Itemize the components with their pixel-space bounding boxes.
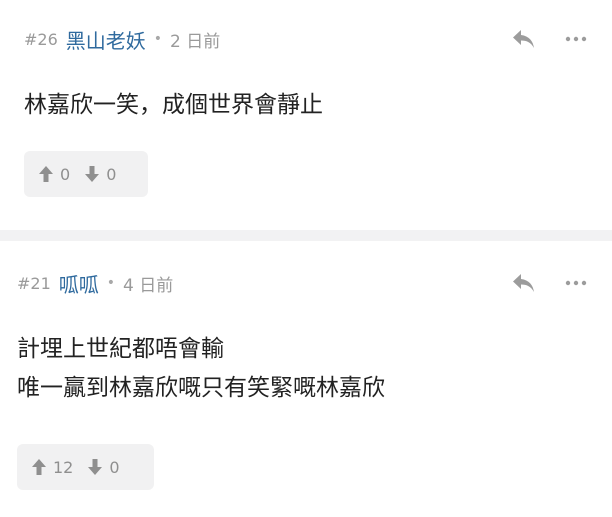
reply-icon[interactable] xyxy=(511,28,537,50)
author-name[interactable]: 呱呱 xyxy=(59,269,99,298)
timestamp: 4 日前 xyxy=(123,275,174,296)
comment-line: 林嘉欣一笑，成個世界會靜止 xyxy=(24,92,323,118)
upvote-button[interactable]: 0 xyxy=(38,165,70,184)
vote-bar: 12 0 xyxy=(17,444,154,490)
upvote-count: 12 xyxy=(53,457,74,477)
comment-line: 計埋上世紀都唔會輸 xyxy=(17,336,224,362)
downvote-count: 0 xyxy=(109,457,120,477)
vote-bar: 0 0 xyxy=(24,151,148,197)
downvote-button[interactable]: 0 xyxy=(84,165,116,184)
author-name[interactable]: 黑山老妖 xyxy=(66,25,146,54)
more-icon[interactable] xyxy=(564,278,588,288)
meta-separator: • xyxy=(153,31,163,47)
comment-body: 計埋上世紀都唔會輸 唯一贏到林嘉欣嘅只有笑緊嘅林嘉欣 xyxy=(17,330,385,408)
comment-item: #26 黑山老妖 • 2 日前 林嘉欣一笑，成個世界會靜止 0 0 xyxy=(0,0,612,230)
floor-number: #26 xyxy=(24,29,58,49)
upvote-button[interactable]: 12 xyxy=(31,458,73,477)
downvote-button[interactable]: 0 xyxy=(87,457,120,477)
comment-meta: #26 黑山老妖 • 2 日前 xyxy=(24,25,220,53)
upvote-arrow-icon xyxy=(39,166,53,182)
comment-divider xyxy=(0,230,612,241)
downvote-arrow-icon xyxy=(88,459,103,475)
comment-line: 唯一贏到林嘉欣嘅只有笑緊嘅林嘉欣 xyxy=(17,375,385,401)
comment-body: 林嘉欣一笑，成個世界會靜止 xyxy=(24,86,323,125)
timestamp: 2 日前 xyxy=(170,31,221,52)
upvote-arrow-icon xyxy=(32,459,46,475)
meta-separator: • xyxy=(106,275,116,291)
reply-icon[interactable] xyxy=(511,272,537,294)
floor-number: #21 xyxy=(17,273,51,293)
downvote-count: 0 xyxy=(106,164,117,184)
more-icon[interactable] xyxy=(564,34,588,44)
downvote-arrow-icon xyxy=(85,166,100,182)
comment-meta: #21 呱呱 • 4 日前 xyxy=(17,269,173,297)
upvote-count: 0 xyxy=(60,164,71,184)
